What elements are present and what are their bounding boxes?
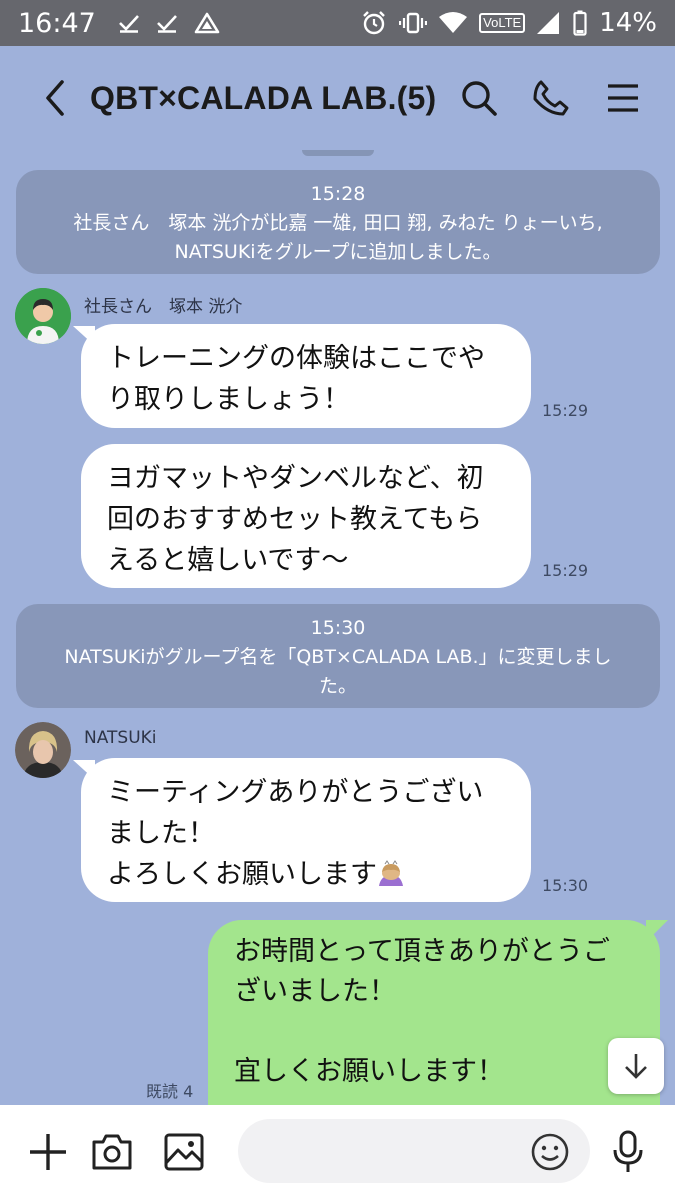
image-icon xyxy=(164,1133,204,1171)
bowing-woman-emoji xyxy=(377,859,405,887)
message-text: よろしくお願いします xyxy=(107,859,377,890)
plus-button[interactable] xyxy=(20,1124,76,1180)
message-text: 宜しくお願いします！ xyxy=(234,1056,504,1087)
alarm-icon xyxy=(361,10,387,36)
back-button[interactable] xyxy=(20,63,90,133)
scroll-indicator xyxy=(302,150,374,156)
wifi-icon xyxy=(439,12,468,34)
battery-percent: 14% xyxy=(599,8,657,38)
phone-icon xyxy=(533,80,569,116)
message-bubble[interactable]: トレーニングの体験はここでやり取りしましょう！ xyxy=(81,324,531,428)
vibrate-icon xyxy=(399,11,428,35)
message-text xyxy=(234,1012,634,1052)
chevron-left-icon xyxy=(46,80,64,116)
menu-button[interactable] xyxy=(593,68,653,128)
message-bubble[interactable]: ヨガマットやダンベルなど、初回のおすすめセット教えてもらえると嬉しいです〜 xyxy=(81,444,531,588)
read-receipt: 既読 4 xyxy=(146,1082,194,1101)
chat-title: QBT×CALADA LAB.(5) xyxy=(90,79,437,116)
input-bar xyxy=(0,1105,675,1200)
volte-indicator: VoLTE xyxy=(479,13,526,33)
avatar[interactable] xyxy=(15,288,71,344)
image-button[interactable] xyxy=(156,1124,212,1180)
message-text: ヨガマットやダンベルなど、初回のおすすめセット教えてもらえると嬉しいです〜 xyxy=(107,463,484,576)
check-icon xyxy=(156,13,178,33)
system-message: 15:28 社長さん 塚本 洸介が比嘉 一雄, 田口 翔, みねた りょーいち,… xyxy=(16,170,660,274)
message-text: ミーティングありがとうござい xyxy=(107,777,484,808)
microphone-button[interactable] xyxy=(600,1124,656,1180)
message-time: 15:30 xyxy=(542,876,589,895)
search-icon xyxy=(462,81,497,116)
system-message-text: NATSUKiがグループ名を「QBT×CALADA LAB.」に変更しました。 xyxy=(64,646,612,697)
message-text: お時間とって頂きありがとうご xyxy=(234,936,610,967)
drive-icon xyxy=(194,12,220,34)
system-message-time: 15:28 xyxy=(310,183,366,205)
menu-icon xyxy=(608,84,638,112)
arrow-down-icon xyxy=(625,1054,647,1079)
message-text: ざいました！ xyxy=(234,976,396,1007)
message-time: 15:29 xyxy=(542,561,589,580)
message-text: ました！ xyxy=(107,818,215,849)
check-icon xyxy=(118,13,140,33)
chat-area[interactable]: 15:28 社長さん 塚本 洸介が比嘉 一雄, 田口 翔, みねた りょーいち,… xyxy=(0,150,675,1105)
sender-name: NATSUKi xyxy=(84,728,157,748)
my-message-bubble[interactable]: お時間とって頂きありがとうご ざいました！ 宜しくお願いします！ xyxy=(208,920,660,1105)
message-time: 15:29 xyxy=(542,401,589,420)
microphone-icon xyxy=(613,1130,643,1172)
status-time: 16:47 xyxy=(18,7,96,39)
avatar[interactable] xyxy=(15,722,71,778)
emoji-button[interactable] xyxy=(522,1124,578,1180)
camera-icon xyxy=(92,1134,132,1170)
scroll-to-bottom-button[interactable] xyxy=(608,1038,664,1094)
battery-icon xyxy=(573,10,587,36)
emoji-icon xyxy=(531,1133,569,1171)
signal-icon xyxy=(537,12,561,34)
status-bar: 16:47 VoLTE 14% xyxy=(0,0,675,46)
message-text: トレーニングの体験はここでやり取りしましょう！ xyxy=(107,343,485,415)
sender-name: 社長さん 塚本 洸介 xyxy=(84,297,243,317)
plus-icon xyxy=(30,1134,66,1170)
search-button[interactable] xyxy=(449,68,509,128)
chat-header: QBT×CALADA LAB.(5) xyxy=(0,46,675,150)
system-message-time: 15:30 xyxy=(310,617,366,639)
system-message: 15:30 NATSUKiがグループ名を「QBT×CALADA LAB.」に変更… xyxy=(16,604,660,708)
system-message-text: 社長さん 塚本 洸介が比嘉 一雄, 田口 翔, みねた りょーいち, NATSU… xyxy=(73,212,603,263)
message-bubble[interactable]: ミーティングありがとうござい ました！ よろしくお願いします xyxy=(81,758,531,902)
call-button[interactable] xyxy=(521,68,581,128)
camera-button[interactable] xyxy=(84,1124,140,1180)
